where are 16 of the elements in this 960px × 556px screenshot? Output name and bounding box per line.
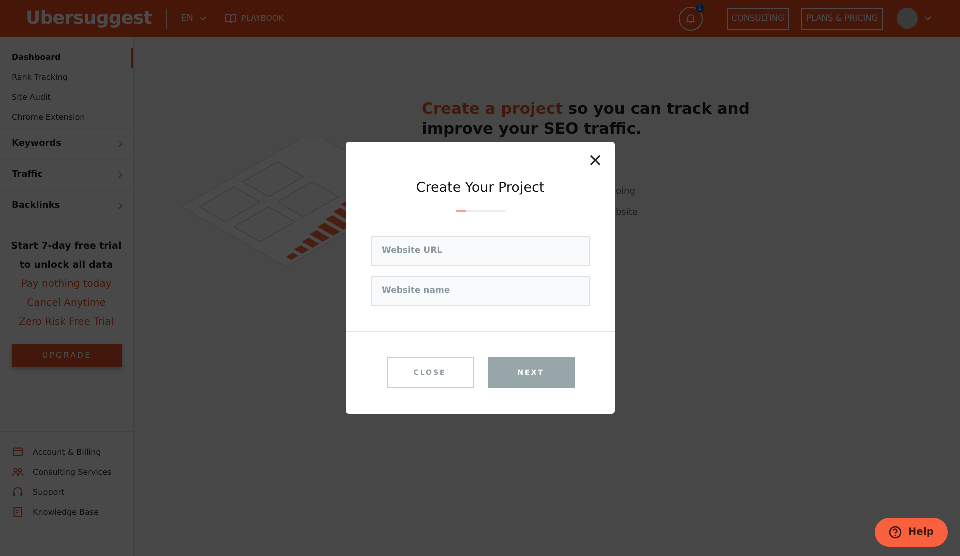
input-field[interactable]: Website name <box>371 276 590 306</box>
close-button[interactable]: × <box>588 152 603 170</box>
question-icon <box>889 526 902 539</box>
sidebar-link[interactable]: Consulting Services <box>33 468 112 476</box>
input-field[interactable]: Website URL <box>371 236 590 266</box>
sidebar-link[interactable]: Account & Billing <box>33 448 102 456</box>
sidebar-link[interactable]: Knowledge Base <box>33 508 99 516</box>
hero-heading: Create a project so you can track and improve your SEO traffic. <box>422 99 751 139</box>
sidebar-link[interactable]: Support <box>33 488 65 496</box>
logo[interactable]: Ubersuggest <box>26 8 152 29</box>
trial-title: Start 7-day free trial to unlock all data <box>10 240 123 273</box>
modal-title: Create Your Project <box>416 180 545 196</box>
help-button[interactable]: Help <box>875 518 948 547</box>
trial-perk: Pay nothing today <box>20 278 113 292</box>
trial-perk: Cancel Anytime <box>26 297 107 311</box>
trial-perk: Zero Risk Free Trial <box>18 316 115 330</box>
